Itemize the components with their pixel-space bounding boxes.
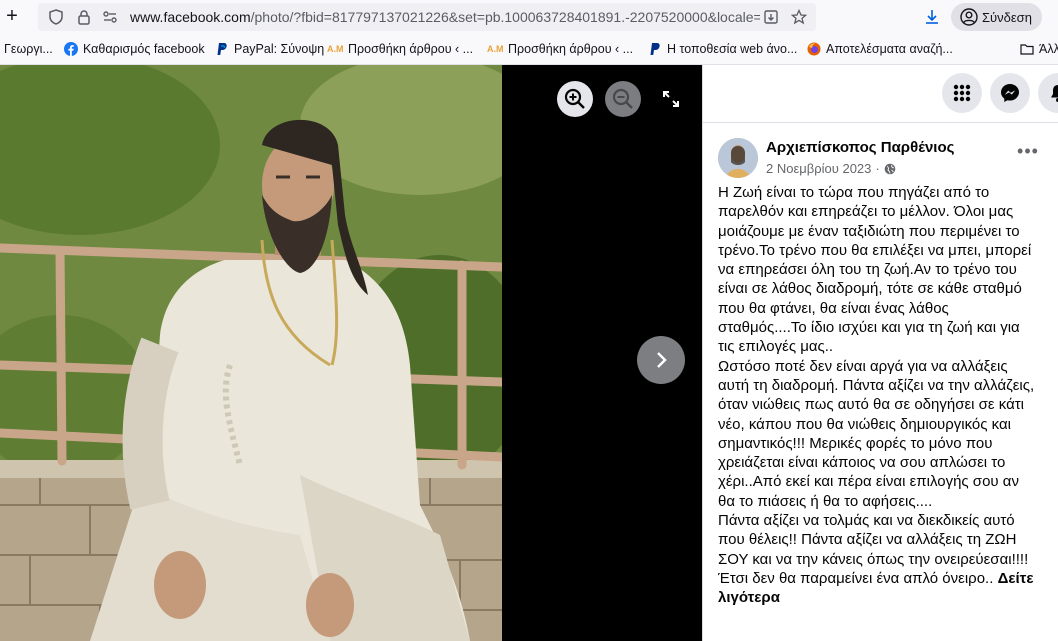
- bookmark-label: Αποτελέσματα αναζή...: [826, 42, 953, 56]
- reader-view-icon[interactable]: [763, 9, 779, 25]
- site-logo-icon: A.M: [487, 44, 504, 54]
- post-meta: 2 Νοεμβρίου 2023 ·: [766, 161, 896, 176]
- account-icon: [960, 8, 978, 26]
- bookmark-item[interactable]: Η τοποθεσία web άνο...: [648, 42, 797, 56]
- post-paragraph: Ωστόσο ποτέ δεν είναι αργά για να αλλάξε…: [718, 357, 1035, 510]
- zoom-out-button[interactable]: [605, 81, 641, 117]
- bookmark-label: Η τοποθεσία web άνο...: [667, 42, 798, 56]
- bookmarks-bar: Γεωργι... Καθαρισμός facebook PayPal: Σύ…: [0, 34, 1058, 65]
- post-paragraph-text: Πάντα αξίζει να τολμάς και να διεκδικείς…: [718, 512, 1029, 587]
- zoom-out-icon: [612, 88, 633, 109]
- bookmark-label: Καθαρισμός facebook: [83, 42, 205, 56]
- top-divider: [703, 122, 1058, 123]
- url-path: /photo/?fbid=817797137021226&set=pb.1000…: [250, 9, 760, 25]
- facebook-icon: [64, 42, 78, 56]
- browser-toolbar: + www.facebook.com/photo/?fbid=817797137…: [0, 0, 1058, 34]
- paypal-icon: [650, 43, 660, 55]
- bookmark-label: Προσθήκη άρθρου ‹ ...: [508, 42, 634, 56]
- next-photo-button[interactable]: [637, 336, 685, 384]
- url-field[interactable]: www.facebook.com/photo/?fbid=81779713702…: [38, 3, 816, 31]
- url-host: www.facebook.com: [130, 9, 251, 25]
- bookmark-item[interactable]: Καθαρισμός facebook: [64, 42, 205, 56]
- permissions-icon[interactable]: [102, 9, 118, 25]
- bookmark-item[interactable]: Γεωργι...: [4, 42, 53, 56]
- download-icon[interactable]: [923, 8, 941, 26]
- more-options-button[interactable]: •••: [1017, 142, 1039, 167]
- post-panel: Αρχιεπίσκοπος Παρθένιος 2 Νοεμβρίου 2023…: [702, 65, 1058, 641]
- firefox-icon: [807, 42, 821, 56]
- fullscreen-icon[interactable]: [662, 90, 680, 108]
- messenger-icon: [1001, 84, 1019, 102]
- messenger-button[interactable]: [990, 73, 1030, 113]
- bookmark-folder[interactable]: Άλλ: [1020, 42, 1058, 56]
- shield-icon[interactable]: [48, 9, 64, 25]
- globe-icon: [884, 163, 896, 174]
- signin-button[interactable]: Σύνδεση: [951, 3, 1042, 31]
- chevron-right-icon: [657, 352, 667, 368]
- bookmark-label: Προσθήκη άρθρου ‹ ...: [348, 42, 474, 56]
- bookmark-label: Άλλ: [1039, 42, 1058, 56]
- post-body: Η Ζωή είναι το τώρα που πηγάζει από το π…: [718, 183, 1040, 608]
- bookmark-item[interactable]: A.M Προσθήκη άρθρου ‹ ...: [487, 42, 633, 56]
- paypal-icon: [217, 43, 227, 55]
- photo-illustration: [0, 65, 502, 641]
- bookmark-label: Γεωργι...: [4, 42, 53, 56]
- menu-button[interactable]: [942, 73, 982, 113]
- signin-label: Σύνδεση: [982, 10, 1032, 25]
- date-separator: ·: [875, 161, 880, 176]
- bookmark-item[interactable]: PayPal: Σύνοψη: [215, 42, 324, 56]
- bookmark-item[interactable]: Αποτελέσματα αναζή...: [807, 42, 953, 56]
- avatar[interactable]: [718, 138, 758, 178]
- new-tab-icon[interactable]: +: [2, 5, 22, 27]
- bell-icon: [1051, 85, 1058, 102]
- photo-viewer: [0, 65, 702, 641]
- post-paragraph: Πάντα αξίζει να τολμάς και να διεκδικείς…: [718, 511, 1040, 607]
- url-text[interactable]: www.facebook.com/photo/?fbid=81779713702…: [130, 9, 760, 25]
- fb-top-bar: [703, 65, 1058, 123]
- zoom-in-button[interactable]: [557, 81, 593, 117]
- site-logo-icon: A.M: [327, 44, 344, 54]
- post-paragraph: Η Ζωή είναι το τώρα που πηγάζει από το π…: [718, 184, 1032, 356]
- zoom-in-icon: [564, 88, 585, 109]
- post-date[interactable]: 2 Νοεμβρίου 2023: [766, 161, 871, 176]
- post-photo[interactable]: [0, 65, 502, 641]
- avatar-image: [718, 138, 758, 178]
- grid-menu-icon: [953, 84, 971, 102]
- folder-icon: [1020, 44, 1034, 55]
- notifications-button[interactable]: [1038, 73, 1058, 113]
- lock-icon[interactable]: [76, 9, 92, 25]
- post-author[interactable]: Αρχιεπίσκοπος Παρθένιος: [766, 139, 954, 156]
- bookmark-label: PayPal: Σύνοψη: [234, 42, 325, 56]
- bookmark-star-icon[interactable]: [791, 9, 807, 25]
- bookmark-item[interactable]: A.M Προσθήκη άρθρου ‹ ...: [327, 42, 473, 56]
